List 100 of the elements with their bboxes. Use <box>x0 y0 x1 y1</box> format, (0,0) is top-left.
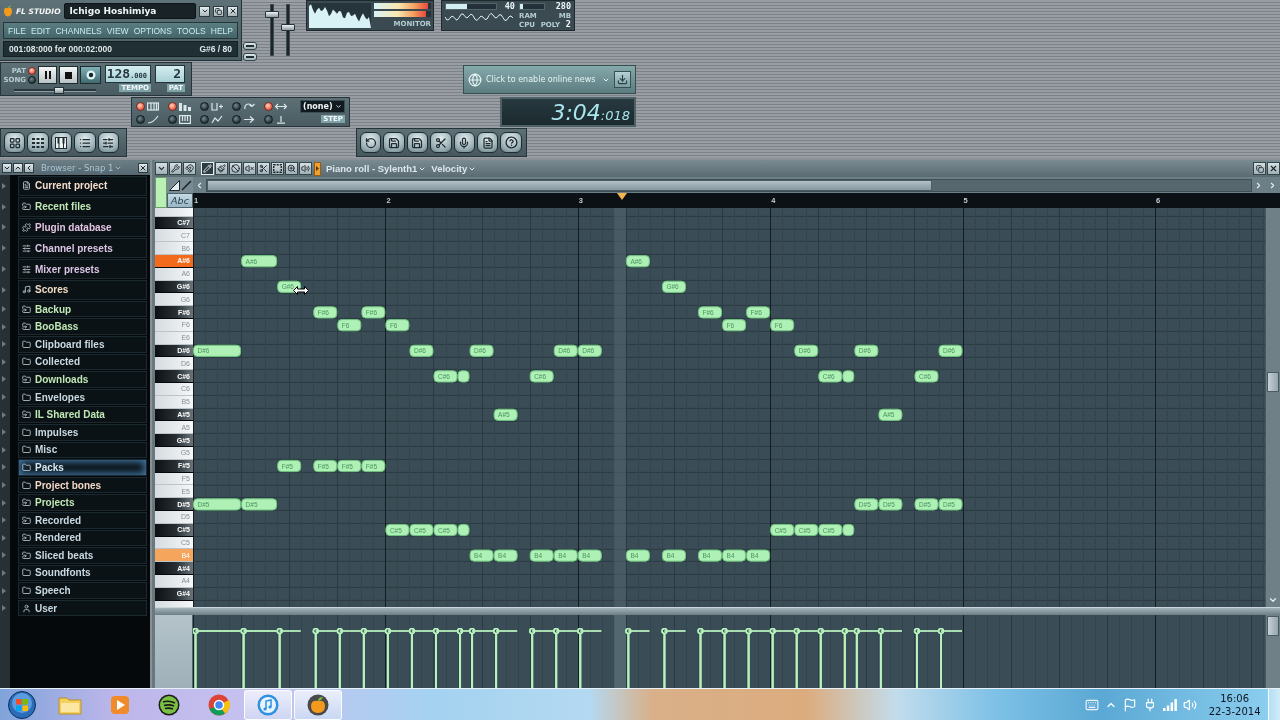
playlist-button[interactable] <box>4 132 26 153</box>
taskbar-app-button[interactable] <box>293 689 342 720</box>
expand-caret-icon[interactable] <box>2 446 6 453</box>
option-led[interactable] <box>136 101 145 111</box>
tool-button[interactable] <box>285 162 298 175</box>
expand-caret-icon[interactable] <box>2 245 6 252</box>
option-led[interactable] <box>200 101 209 111</box>
option-led[interactable] <box>168 114 177 124</box>
fruit-icon[interactable] <box>306 693 329 716</box>
tool-button[interactable] <box>229 162 242 175</box>
browser-item[interactable]: Soundfonts <box>18 564 147 582</box>
collapse-button[interactable] <box>2 162 12 173</box>
vertical-scrollbar[interactable] <box>1265 208 1280 607</box>
pause-button[interactable] <box>38 66 57 84</box>
small-toggle-button[interactable] <box>243 42 257 50</box>
close-button[interactable] <box>138 162 148 173</box>
browser-item[interactable]: Sliced beats <box>18 547 147 564</box>
slider-thumb[interactable] <box>53 87 64 94</box>
download-button[interactable] <box>614 71 631 88</box>
slider-thumb[interactable] <box>265 11 279 18</box>
expand-caret-icon[interactable] <box>2 605 6 612</box>
scroll-down-icon[interactable] <box>1268 595 1278 605</box>
browser-item[interactable]: Rendered <box>18 529 147 547</box>
option-led[interactable] <box>232 101 241 111</box>
step-sequencer-button[interactable] <box>27 132 49 153</box>
close-button[interactable] <box>1267 162 1280 175</box>
slider-thumb[interactable] <box>281 24 295 32</box>
menu-item[interactable]: OPTIONS <box>133 25 172 36</box>
expand-caret-icon[interactable] <box>2 358 6 365</box>
browser-item[interactable]: Envelopes <box>18 388 147 406</box>
minimize-button[interactable] <box>199 5 210 17</box>
browser-item[interactable]: Downloads <box>18 371 147 388</box>
scrollbar-thumb[interactable] <box>207 179 932 191</box>
record-button[interactable] <box>80 66 101 84</box>
expand-caret-icon[interactable] <box>2 266 6 273</box>
browser-item[interactable]: User <box>18 599 147 617</box>
close-button[interactable] <box>227 5 238 17</box>
tool-button[interactable] <box>299 162 312 175</box>
expand-caret-icon[interactable] <box>2 411 6 418</box>
expand-caret-icon[interactable] <box>2 286 6 293</box>
restore-button[interactable] <box>1253 162 1266 175</box>
play-icon[interactable] <box>109 694 130 715</box>
snap-button[interactable] <box>183 162 196 175</box>
expand-caret-icon[interactable] <box>2 394 6 401</box>
browser-item[interactable]: Misc <box>18 441 147 459</box>
browser-item[interactable]: Recorded <box>18 511 147 529</box>
piano-roll-button[interactable] <box>50 132 73 153</box>
browser-item[interactable]: Collected <box>18 353 147 371</box>
expand-caret-icon[interactable] <box>2 517 6 524</box>
clock-time[interactable]: 16:06 <box>1220 691 1250 705</box>
tool-button[interactable] <box>215 162 228 175</box>
browser-item[interactable]: Clipboard files <box>18 335 147 353</box>
menu-item[interactable]: CHANNELS <box>55 25 102 36</box>
note[interactable] <box>842 523 855 537</box>
mixer-button[interactable] <box>97 132 119 153</box>
browser-item[interactable]: BooBass <box>18 318 147 335</box>
expand-caret-icon[interactable] <box>2 323 6 330</box>
save-button[interactable] <box>383 132 405 153</box>
option-led[interactable] <box>264 114 273 124</box>
browser-item[interactable]: Speech <box>18 582 147 599</box>
ramp-icon[interactable] <box>168 179 180 191</box>
project-info-button[interactable] <box>476 132 499 153</box>
clock-date[interactable]: 22-3-2014 <box>1208 704 1261 718</box>
up-button[interactable] <box>13 162 23 173</box>
browser-item[interactable]: Plugin database <box>18 217 147 238</box>
expand-caret-icon[interactable] <box>2 224 6 231</box>
cut-button[interactable] <box>430 132 452 153</box>
option-led[interactable] <box>264 101 273 111</box>
menu-item[interactable]: VIEW <box>106 25 129 36</box>
browser-item[interactable]: Mixer presets <box>18 259 147 279</box>
note-names-button[interactable]: Abc <box>167 193 193 208</box>
browser-title[interactable]: Browser - Snap 1 <box>41 162 114 173</box>
expand-caret-icon[interactable] <box>2 534 6 541</box>
expand-caret-icon[interactable] <box>2 306 6 313</box>
piano-roll-title[interactable]: Piano roll - Sylenth1 <box>326 163 418 174</box>
record-audio-button[interactable] <box>453 132 475 153</box>
scroll-left-icon[interactable] <box>195 180 204 190</box>
pattern-display[interactable]: 2 <box>155 65 185 83</box>
browser-item[interactable]: Backup <box>18 300 147 318</box>
browser-button[interactable] <box>74 132 96 153</box>
lane-selector[interactable]: Velocity <box>431 163 468 174</box>
menu-item[interactable]: EDIT <box>31 25 51 36</box>
expand-caret-icon[interactable] <box>2 464 6 471</box>
menu-item[interactable]: HELP <box>210 25 233 36</box>
menu-item[interactable]: TOOLS <box>177 25 206 36</box>
stop-button[interactable] <box>59 66 78 84</box>
undo-button[interactable] <box>360 132 382 153</box>
option-led[interactable] <box>200 114 209 124</box>
settings-button[interactable] <box>169 162 182 175</box>
note[interactable] <box>457 370 470 383</box>
news-link[interactable]: Click to enable online news <box>486 75 598 84</box>
browser-item[interactable]: Current project <box>18 176 147 196</box>
option-led[interactable] <box>168 101 177 111</box>
mode-radio[interactable] <box>28 66 36 75</box>
browser-item[interactable]: Impulses <box>18 423 147 441</box>
restore-button[interactable] <box>213 5 224 17</box>
tool-button[interactable] <box>243 162 256 175</box>
browser-item[interactable]: Project bones <box>18 476 147 494</box>
browser-item[interactable]: Projects <box>18 494 147 511</box>
save-as-button[interactable] <box>406 132 429 153</box>
